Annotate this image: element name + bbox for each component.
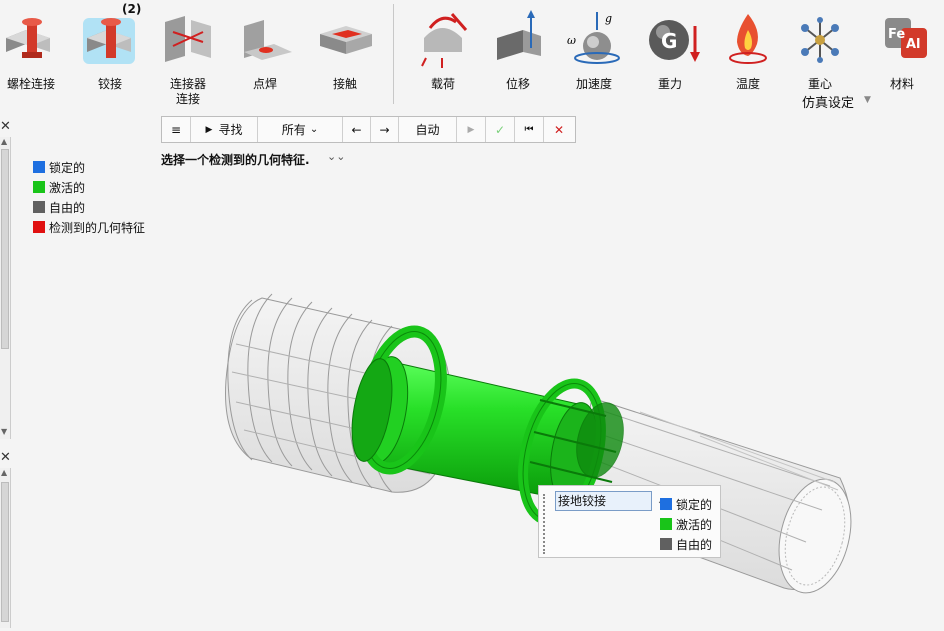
menu-button[interactable]: ≡ [162,117,191,142]
legend-item: 检测到的几何特征 [33,217,145,237]
ribbon-label: 点焊 [252,77,277,91]
bolt-connection-button[interactable]: 螺栓连接 [0,0,71,112]
chevron-down-icon[interactable]: ▼ [864,95,871,105]
run-button[interactable]: ▶ [457,117,486,142]
forward-button[interactable]: → [371,117,399,142]
ribbon-label: 连接器 连接 [169,77,206,106]
displacement-button[interactable]: 位移 [478,0,558,112]
legend-swatch [33,221,45,233]
gravity-button[interactable]: G 重力 [630,0,710,112]
legend-item: 激活的 [33,177,145,197]
find-button[interactable]: ▶ 寻找 [191,117,258,142]
ribbon-label: 螺栓连接 [6,77,55,91]
svg-text:G: G [661,29,677,53]
legend-item: 锁定的 [33,157,145,177]
ribbon-label: 位移 [505,77,530,91]
temperature-button[interactable]: 温度 [708,0,788,112]
selection-prompt: 选择一个检测到的几何特征. [161,153,310,167]
spot-weld-button[interactable]: 点焊 [225,0,305,112]
temperature-icon [729,14,767,64]
acceleration-icon: ω g [567,12,620,64]
connector-icon [165,16,211,62]
acceleration-button[interactable]: ω g 加速度 [554,0,634,112]
ribbon-separator [393,4,394,104]
chevron-down-icon: ⌄ [309,124,319,135]
legend-item: 自由的 [33,197,145,217]
load-icon [421,13,468,68]
svg-text:ω: ω [567,34,576,47]
mode-button[interactable]: 自动 [399,117,457,142]
close-icon[interactable]: ✕ [0,119,11,134]
hinge-count-badge: (2) [122,2,142,16]
simulation-setup-group-label[interactable]: 仿真设定 [802,92,854,111]
left-spline-shaft [225,293,452,493]
displacement-icon [497,10,541,60]
connector-button[interactable]: 连接器 连接 [148,0,228,112]
contact-button[interactable]: 接触 [305,0,385,112]
load-button[interactable]: 载荷 [403,0,483,112]
cancel-button[interactable]: ✕ [544,117,574,142]
hinge-type-select[interactable]: 接地铰接 ⌄ [555,491,665,511]
legend-swatch [33,161,45,173]
play-icon: ▶ [205,124,213,135]
material-icon: Fe Al [885,18,927,58]
ribbon-label: 载荷 [430,77,455,91]
center-of-gravity-icon [801,17,839,63]
hinge-type-popup: 接地铰接 ⌄ 锁定的 激活的 自由的 [538,485,721,558]
drag-handle[interactable] [543,494,545,554]
contact-icon [320,26,372,54]
popup-legend-item: 锁定的 [660,495,720,513]
selection-toolbar: ≡ ▶ 寻找 所有 ⌄ ← → 自动 ▶ ✓ ⏮ ✕ [161,116,576,143]
ribbon-toolbar: 螺栓连接 (2) 铰接 连接器 连接 点焊 接触 载荷 位移 ω g 加速度 G… [0,0,944,112]
hinge-icon [83,18,135,64]
close-icon[interactable]: ✕ [0,450,11,465]
ribbon-label: 重心 [807,77,832,91]
panel-scrollbar[interactable]: ▲ [0,468,11,628]
reset-button[interactable]: ⏮ [515,117,544,142]
gravity-icon: G [649,20,700,62]
ribbon-label: 重力 [657,77,682,91]
scrollbar-thumb[interactable] [1,149,9,349]
bolt-connection-icon [6,18,50,58]
ribbon-label: 材料 [889,77,914,91]
back-button[interactable]: ← [343,117,371,142]
ribbon-label: 加速度 [575,77,612,91]
double-chevron-down-icon[interactable]: ⌄⌄ [327,150,345,163]
panel-scrollbar[interactable]: ▲ ▼ [0,137,11,439]
spot-weld-icon [244,20,292,60]
ribbon-label: 温度 [735,77,760,91]
legend-swatch [33,201,45,213]
ribbon-label: 接触 [332,77,357,91]
material-button[interactable]: Fe Al 材料 [862,0,942,112]
filter-dropdown[interactable]: 所有 ⌄ [258,117,343,142]
hinge-button[interactable]: (2) 铰接 [70,0,150,112]
svg-text:Al: Al [906,37,921,52]
confirm-button[interactable]: ✓ [486,117,515,142]
svg-text:Fe: Fe [888,27,905,42]
ribbon-label: 铰接 [97,77,122,91]
popup-legend-item: 激活的 [660,515,720,533]
svg-text:g: g [605,12,612,25]
color-legend: 锁定的 激活的 自由的 检测到的几何特征 [33,157,145,237]
legend-swatch [33,181,45,193]
popup-legend-item: 自由的 [660,535,720,553]
scrollbar-thumb[interactable] [1,482,9,622]
